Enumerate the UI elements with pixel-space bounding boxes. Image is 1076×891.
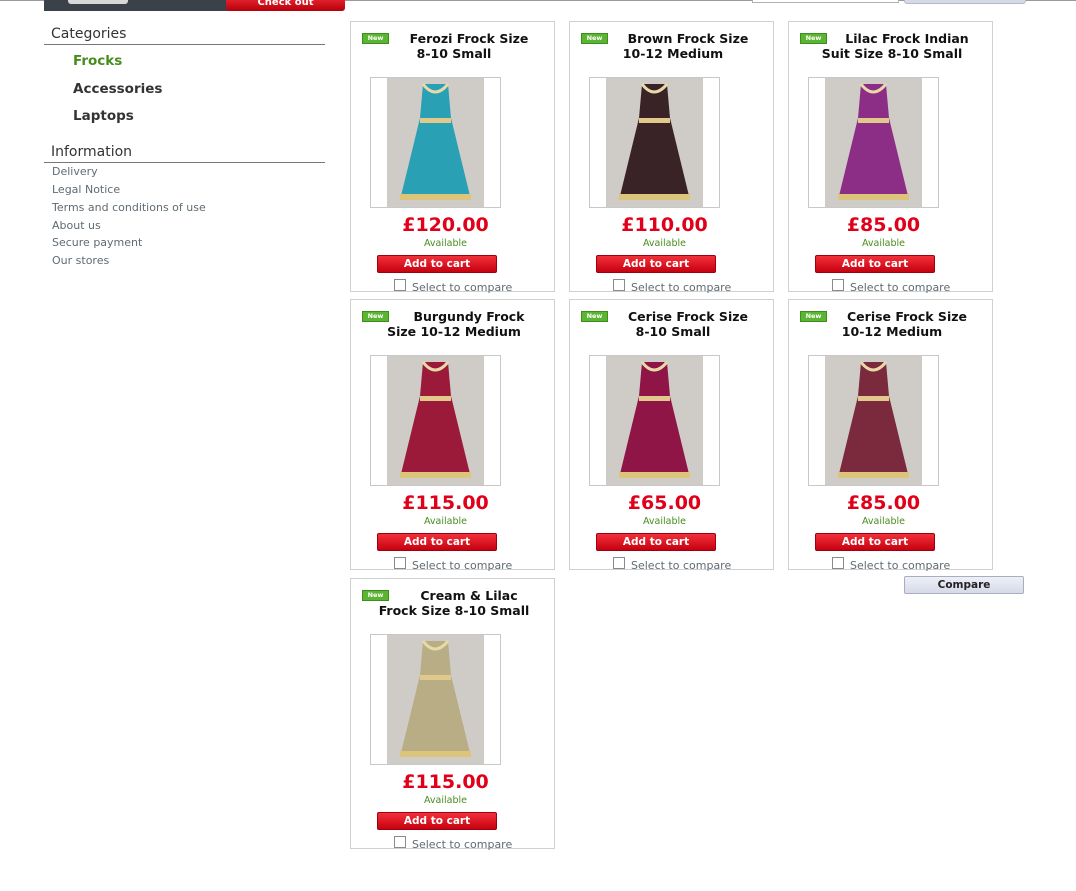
product-title[interactable]: Ferozi Frock Size 8-10 Small [359,31,549,61]
compare-checkbox[interactable] [613,557,625,569]
compare-button[interactable]: Compare [904,576,1024,594]
add-to-cart-button[interactable]: Add to cart [377,533,497,551]
product-price: £85.00 [846,214,921,236]
info-link-about-us[interactable]: About us [52,219,101,233]
compare-checkbox[interactable] [394,279,406,291]
product-card: New Brown Frock Size 10-12 Medium £110.0… [569,21,774,294]
product-card: New Cerise Frock Size 8-10 Small £65.00 … [569,299,774,572]
product-image[interactable] [370,77,501,208]
cart-tab[interactable] [68,0,128,4]
product-title-line[interactable]: Brown Frock Size [578,31,768,46]
add-to-cart-button[interactable]: Add to cart [596,533,716,551]
compare-label: Select to compare [850,559,951,572]
dress-photo [387,78,484,207]
product-title-line[interactable]: Size 10-12 Medium [359,324,549,339]
product-title-line[interactable]: 8-10 Small [578,324,768,339]
info-link-delivery[interactable]: Delivery [52,165,98,179]
product-price: £120.00 [402,214,489,236]
compare-label: Select to compare [412,559,513,572]
product-card: New Cream & Lilac Frock Size 8-10 Small … [350,578,555,851]
product-card: New Lilac Frock Indian Suit Size 8-10 Sm… [788,21,993,294]
availability-label: Available [861,516,905,527]
compare-label: Select to compare [412,281,513,294]
dress-photo [825,356,922,485]
category-frocks[interactable]: Frocks [73,53,122,69]
product-title-line[interactable]: Burgundy Frock [359,309,549,324]
checkout-button[interactable]: Check out [226,0,345,11]
product-price: £85.00 [846,492,921,514]
category-accessories[interactable]: Accessories [73,81,162,97]
product-title[interactable]: Cream & Lilac Frock Size 8-10 Small [359,588,549,618]
info-link-secure-payment[interactable]: Secure payment [52,236,142,250]
cart-block-bar: Check out [44,0,345,11]
info-link-legal-notice[interactable]: Legal Notice [52,183,120,197]
product-title-line[interactable]: Suit Size 8-10 Small [797,46,987,61]
product-title-line[interactable]: 10-12 Medium [578,46,768,61]
add-to-cart-button[interactable]: Add to cart [815,255,935,273]
product-price: £65.00 [627,492,702,514]
product-card: New Cerise Frock Size 10-12 Medium £85.0… [788,299,993,572]
add-to-cart-button[interactable]: Add to cart [377,255,497,273]
availability-label: Available [642,516,686,527]
availability-label: Available [423,795,467,806]
product-price: £110.00 [621,214,708,236]
product-image[interactable] [370,355,501,486]
add-to-cart-button[interactable]: Add to cart [815,533,935,551]
dress-photo [387,635,484,764]
product-title[interactable]: Brown Frock Size 10-12 Medium [578,31,768,61]
compare-checkbox[interactable] [394,557,406,569]
product-image[interactable] [808,77,939,208]
categories-title: Categories [44,25,325,45]
product-title[interactable]: Burgundy Frock Size 10-12 Medium [359,309,549,339]
dress-photo [606,356,703,485]
compare-checkbox[interactable] [613,279,625,291]
add-to-cart-button[interactable]: Add to cart [377,812,497,830]
info-link-terms[interactable]: Terms and conditions of use [52,201,206,215]
product-title-line[interactable]: Cerise Frock Size [797,309,987,324]
product-price: £115.00 [402,492,489,514]
availability-label: Available [423,238,467,249]
product-title-line[interactable]: 8-10 Small [359,46,549,61]
product-image[interactable] [589,77,720,208]
availability-label: Available [423,516,467,527]
product-image[interactable] [370,634,501,765]
information-title: Information [44,143,325,163]
product-title-line[interactable]: Lilac Frock Indian [797,31,987,46]
product-title-line[interactable]: Ferozi Frock Size [359,31,549,46]
product-title-line[interactable]: 10-12 Medium [797,324,987,339]
product-title[interactable]: Cerise Frock Size 8-10 Small [578,309,768,339]
dress-photo [825,78,922,207]
product-card: New Burgundy Frock Size 10-12 Medium £11… [350,299,555,572]
product-image[interactable] [589,355,720,486]
search-input[interactable] [752,0,899,3]
add-to-cart-button[interactable]: Add to cart [596,255,716,273]
product-title-line[interactable]: Frock Size 8-10 Small [359,603,549,618]
product-title[interactable]: Lilac Frock Indian Suit Size 8-10 Small [797,31,987,61]
product-image[interactable] [808,355,939,486]
compare-label: Select to compare [412,838,513,851]
product-title-line[interactable]: Cream & Lilac [359,588,549,603]
compare-checkbox[interactable] [394,836,406,848]
availability-label: Available [642,238,686,249]
info-link-our-stores[interactable]: Our stores [52,254,109,268]
compare-label: Select to compare [631,559,732,572]
category-laptops[interactable]: Laptops [73,108,134,124]
compare-checkbox[interactable] [832,279,844,291]
compare-label: Select to compare [850,281,951,294]
compare-label: Select to compare [631,281,732,294]
product-title-line[interactable]: Cerise Frock Size [578,309,768,324]
product-price: £115.00 [402,771,489,793]
search-button[interactable] [904,0,1026,4]
dress-photo [606,78,703,207]
availability-label: Available [861,238,905,249]
product-card: New Ferozi Frock Size 8-10 Small £120.00… [350,21,555,294]
product-title[interactable]: Cerise Frock Size 10-12 Medium [797,309,987,339]
compare-checkbox[interactable] [832,557,844,569]
dress-photo [387,356,484,485]
